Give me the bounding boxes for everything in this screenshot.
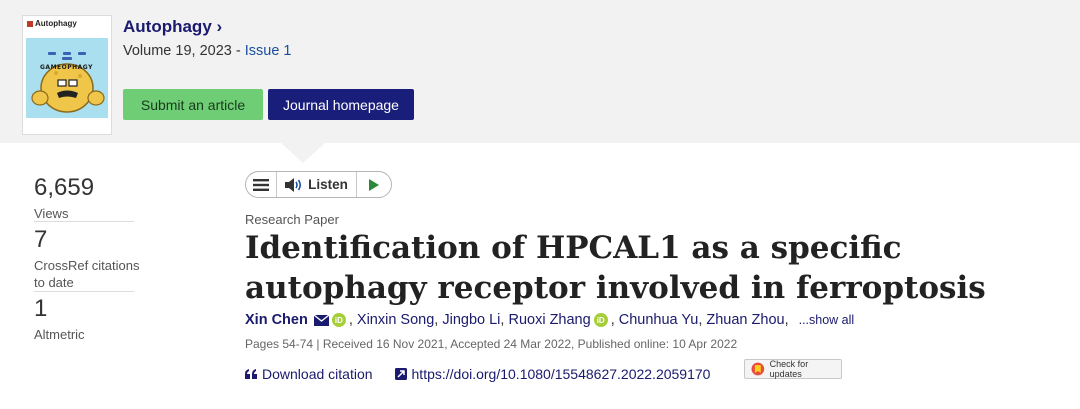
listen-button[interactable]: Listen <box>277 172 357 197</box>
views-count: 6,659 <box>34 174 95 201</box>
speaker-icon <box>285 177 302 192</box>
download-citation-link[interactable]: Download citation <box>245 366 373 382</box>
article-links: Download citation https://doi.org/10.108… <box>245 366 710 382</box>
play-icon <box>369 178 379 191</box>
journal-name-link[interactable]: Autophagy › <box>123 17 222 37</box>
cover-character-icon <box>31 52 105 113</box>
metrics-divider <box>34 291 134 292</box>
journal-cover-image[interactable]: Autophagy GAMEOPHAGY <box>22 15 112 135</box>
listen-widget: Listen <box>245 171 392 198</box>
external-link-icon <box>394 368 407 380</box>
author-list: Xin Chen iD, Xinxin Song, Jingbo Li, Ruo… <box>245 312 855 328</box>
author-link[interactable]: Xinxin Song <box>357 312 434 328</box>
cover-subtitle: GAMEOPHAGY <box>40 64 93 71</box>
volume-text: Volume 19, 2023 - <box>123 43 245 59</box>
metrics-divider <box>34 221 134 222</box>
check-for-updates-button[interactable]: Check for updates <box>744 359 842 379</box>
listen-label: Listen <box>308 177 348 192</box>
publication-history: Pages 54-74 | Received 16 Nov 2021, Acce… <box>245 337 738 351</box>
listen-menu-button[interactable] <box>246 172 277 197</box>
issue-link[interactable]: Issue 1 <box>245 43 292 59</box>
author-link[interactable]: Jingbo Li <box>442 312 500 328</box>
views-label: Views <box>34 206 69 221</box>
email-icon[interactable] <box>313 314 329 326</box>
cover-illustration: GAMEOPHAGY <box>26 38 108 118</box>
cover-title: Autophagy <box>27 19 77 28</box>
quote-icon <box>245 369 257 379</box>
article-title: Identification of HPCAL1 as a specific a… <box>245 230 986 306</box>
journal-homepage-button[interactable]: Journal homepage <box>268 89 414 120</box>
menu-icon <box>253 178 269 191</box>
orcid-icon[interactable]: iD <box>331 313 346 327</box>
altmetric-count[interactable]: 1 <box>34 295 47 323</box>
doi-link[interactable]: https://doi.org/10.1080/15548627.2022.20… <box>394 366 710 382</box>
play-button[interactable] <box>357 172 391 197</box>
author-link[interactable]: Chunhua Yu <box>619 312 699 328</box>
author-link[interactable]: Zhuan Zhou <box>706 312 784 328</box>
header-notch <box>281 143 325 163</box>
cover-logo-icon <box>27 20 33 27</box>
volume-issue: Volume 19, 2023 - Issue 1 <box>123 43 291 59</box>
chevron-right-icon: › <box>216 17 223 36</box>
crossmark-icon <box>751 362 765 376</box>
crossref-label: CrossRef citations to date <box>34 258 140 290</box>
orcid-icon[interactable]: iD <box>593 313 608 327</box>
article-type: Research Paper <box>245 212 339 227</box>
show-all-authors-link[interactable]: ...show all <box>799 313 855 327</box>
author-link[interactable]: Xin Chen <box>245 312 308 328</box>
author-link[interactable]: Ruoxi Zhang <box>508 312 590 328</box>
crossref-count: 7 <box>34 226 48 253</box>
submit-article-button[interactable]: Submit an article <box>123 89 263 120</box>
altmetric-label: Altmetric <box>34 327 85 342</box>
